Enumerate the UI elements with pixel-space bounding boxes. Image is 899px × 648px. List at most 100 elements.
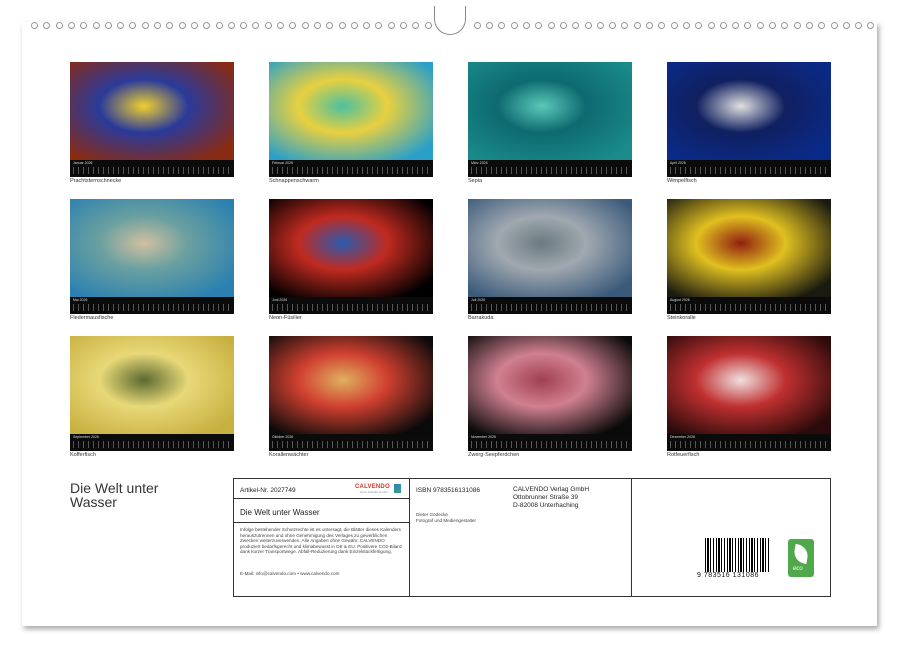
binding-ring <box>339 22 346 29</box>
month-days-row <box>272 304 430 311</box>
month-photo <box>70 62 234 160</box>
month-days-row <box>73 167 231 174</box>
month-label: September 2026 <box>73 435 99 439</box>
calvendo-logo: CALVENDO <box>355 484 390 490</box>
month-date-strip: August 2026 <box>667 297 831 314</box>
month-label: Januar 2026 <box>73 161 92 165</box>
binding-ring <box>412 22 419 29</box>
binding-ring <box>609 22 616 29</box>
month-days-row <box>471 441 629 448</box>
binding-ring <box>93 22 100 29</box>
binding-ring <box>855 22 862 29</box>
binding-ring <box>794 22 801 29</box>
binding-ring <box>732 22 739 29</box>
month-photo <box>269 62 433 160</box>
month-date-strip: Januar 2026 <box>70 160 234 177</box>
binding-ring <box>781 22 788 29</box>
month-days-row <box>73 304 231 311</box>
binding-ring <box>240 22 247 29</box>
article-number: Artikel-Nr. 2027749 <box>240 487 296 494</box>
month-days-row <box>471 304 629 311</box>
month-thumbnail: Februar 2026 <box>269 62 433 177</box>
binding-ring <box>585 22 592 29</box>
month-thumbnail: Mai 2026 <box>70 199 234 314</box>
binding-ring <box>302 22 309 29</box>
binding-ring <box>548 22 555 29</box>
product-title: Die Welt unter Wasser <box>240 508 320 517</box>
month-caption: Steinkoralle <box>667 315 696 321</box>
binding-ring <box>560 22 567 29</box>
calendar-title-line-1: Die Welt unter <box>70 481 220 495</box>
month-label: Oktober 2026 <box>272 435 293 439</box>
binding-ring <box>129 22 136 29</box>
barcode-number: 9 783516 131086 <box>697 572 759 579</box>
binding-ring <box>179 22 186 29</box>
month-days-row <box>272 167 430 174</box>
month-label: Juli 2026 <box>471 298 485 302</box>
binding-ring <box>806 22 813 29</box>
leaf-icon <box>793 544 810 564</box>
month-photo <box>70 336 234 434</box>
binding-ring <box>695 22 702 29</box>
month-thumbnail: Dezember 2026 <box>667 336 831 451</box>
calvendo-logo-icon <box>394 484 401 493</box>
month-thumbnail: September 2026 <box>70 336 234 451</box>
month-label: März 2026 <box>471 161 488 165</box>
binding-ring <box>498 22 505 29</box>
month-label: Juni 2026 <box>272 298 287 302</box>
month-label: Februar 2026 <box>272 161 293 165</box>
month-date-strip: Mai 2026 <box>70 297 234 314</box>
month-photo <box>269 336 433 434</box>
binding-ring <box>646 22 653 29</box>
binding-ring <box>105 22 112 29</box>
binding-ring <box>474 22 481 29</box>
month-caption: Barrakuda <box>468 315 493 321</box>
month-label: November 2026 <box>471 435 496 439</box>
binding-ring <box>621 22 628 29</box>
month-date-strip: Oktober 2026 <box>269 434 433 451</box>
binding-ring <box>744 22 751 29</box>
month-label: April 2026 <box>670 161 686 165</box>
info-cell-publisher: ISBN 9783516131086 Dieter Gödecke Fotogr… <box>410 479 632 596</box>
eco-label: eco <box>793 566 803 572</box>
month-photo <box>269 199 433 297</box>
month-caption: Schnappenschwarm <box>269 178 319 184</box>
binding-ring <box>203 22 210 29</box>
binding-ring <box>818 22 825 29</box>
binding-ring <box>68 22 75 29</box>
publisher-street: Ottobrunner Straße 39 <box>513 494 578 501</box>
month-caption: Prachtsternschnecke <box>70 178 121 184</box>
month-date-strip: Februar 2026 <box>269 160 433 177</box>
publisher-city: D-82008 Unterhaching <box>513 502 578 509</box>
binding-ring <box>523 22 530 29</box>
month-days-row <box>670 441 828 448</box>
month-days-row <box>73 441 231 448</box>
month-photo <box>667 62 831 160</box>
month-days-row <box>670 167 828 174</box>
binding-ring <box>831 22 838 29</box>
month-thumbnail: April 2026 <box>667 62 831 177</box>
month-caption: Wimpelfisch <box>667 178 697 184</box>
binding-ring <box>216 22 223 29</box>
month-photo <box>70 199 234 297</box>
month-photo <box>667 199 831 297</box>
binding-ring <box>265 22 272 29</box>
month-thumbnail: Oktober 2026 <box>269 336 433 451</box>
eco-badge: eco <box>788 539 814 577</box>
month-caption: Korallenwächter <box>269 452 308 458</box>
calendar-title: Die Welt unter Wasser <box>70 481 220 509</box>
binding-ring <box>843 22 850 29</box>
month-thumbnail: Januar 2026 <box>70 62 234 177</box>
month-caption: Kofferfisch <box>70 452 96 458</box>
month-date-strip: Dezember 2026 <box>667 434 831 451</box>
month-days-row <box>471 167 629 174</box>
binding-ring <box>326 22 333 29</box>
binding-ring <box>252 22 259 29</box>
month-caption: Rotfeuerfisch <box>667 452 699 458</box>
binding-ring <box>314 22 321 29</box>
binding-ring <box>720 22 727 29</box>
calendar-title-line-2: Wasser <box>70 495 220 509</box>
binding-ring <box>597 22 604 29</box>
binding-ring <box>486 22 493 29</box>
binding-ring <box>363 22 370 29</box>
